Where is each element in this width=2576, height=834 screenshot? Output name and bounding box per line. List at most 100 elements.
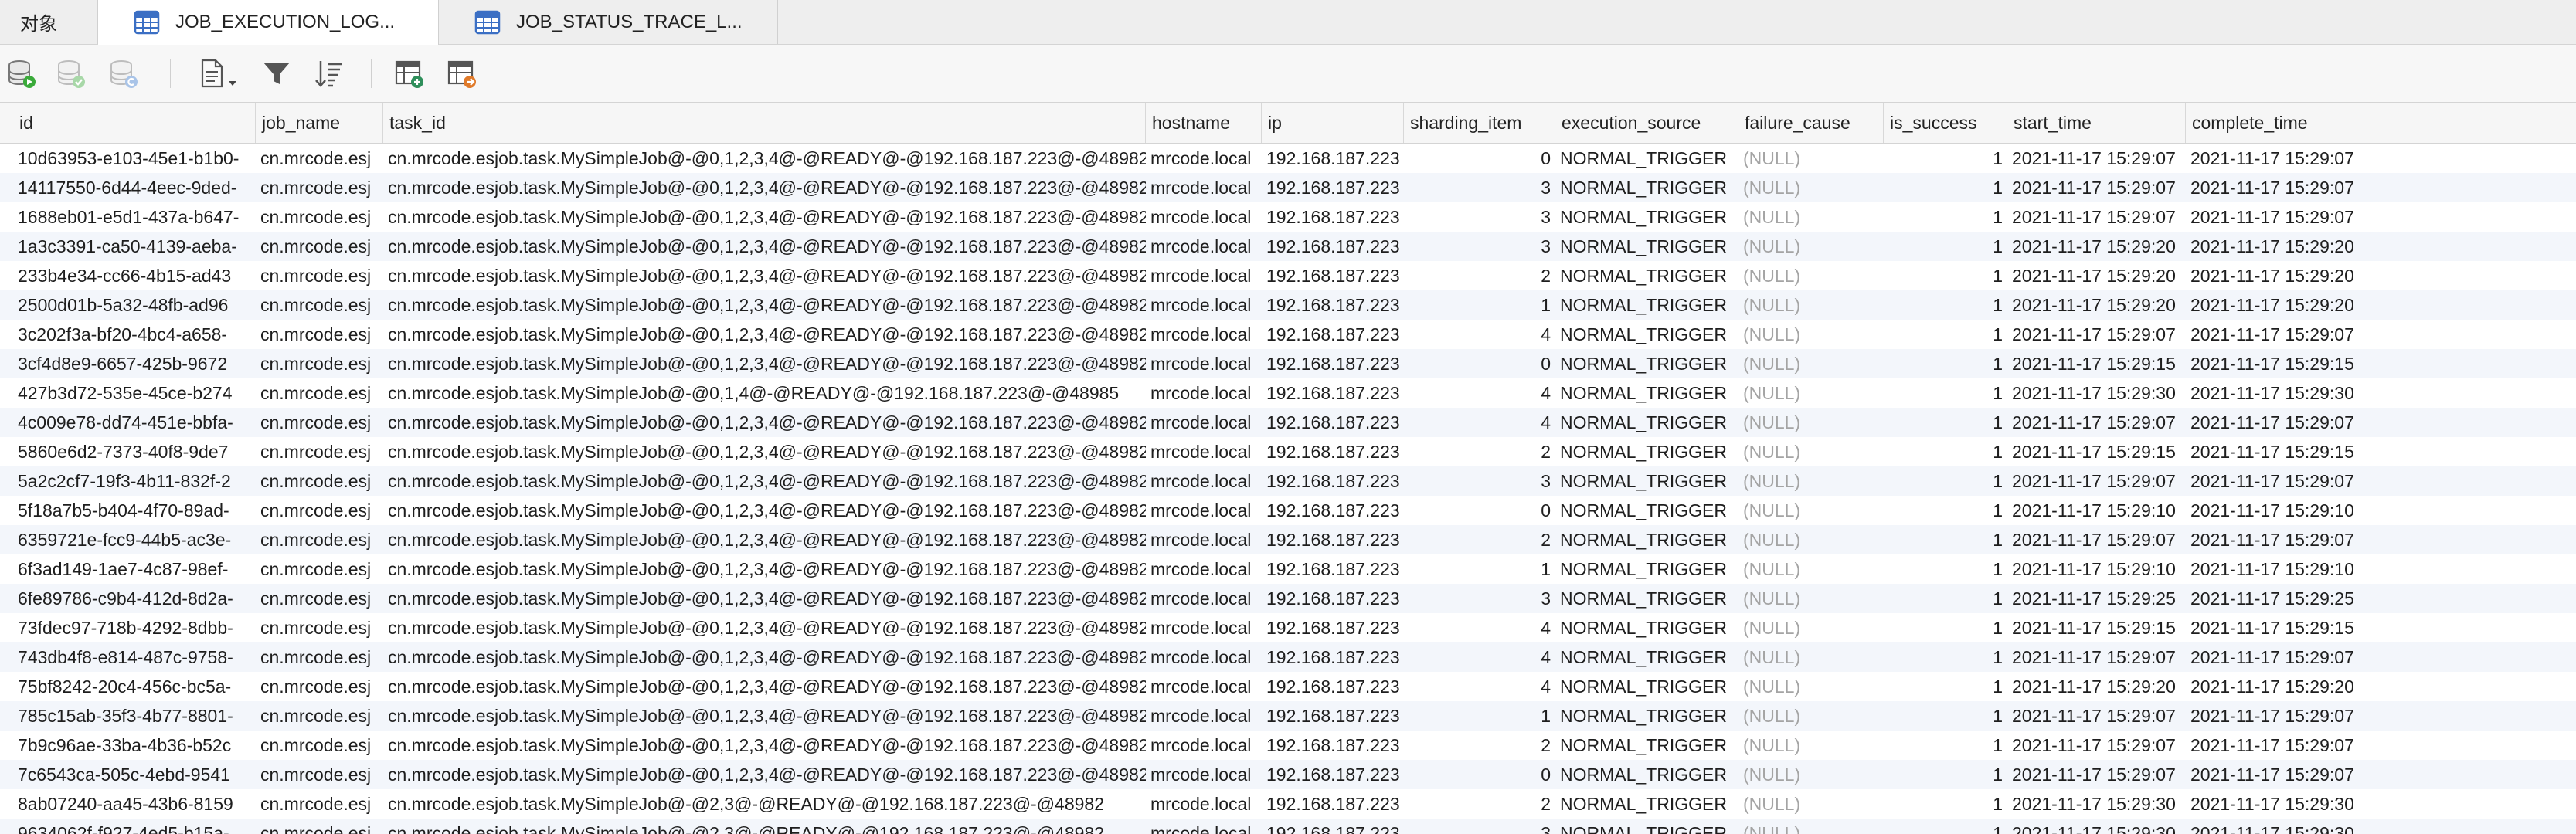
cell-sharding-item[interactable]: 0 <box>1404 349 1555 378</box>
cell-ip[interactable]: 192.168.187.223 <box>1262 261 1404 290</box>
cell-failure-cause[interactable]: (NULL) <box>1738 819 1884 834</box>
cell-hostname[interactable]: mrcode.local <box>1146 173 1262 202</box>
cell-execution-source[interactable]: NORMAL_TRIGGER <box>1555 290 1738 320</box>
cell-ip[interactable]: 192.168.187.223 <box>1262 672 1404 701</box>
cell-task-id[interactable]: cn.mrcode.esjob.task.MySimpleJob@-@0,1,2… <box>383 144 1146 173</box>
cell-sharding-item[interactable]: 0 <box>1404 496 1555 525</box>
cell-is-success[interactable]: 1 <box>1884 672 2007 701</box>
cell-hostname[interactable]: mrcode.local <box>1146 290 1262 320</box>
cell-id[interactable]: 1688eb01-e5d1-437a-b647- <box>13 202 256 232</box>
cell-hostname[interactable]: mrcode.local <box>1146 701 1262 731</box>
cell-id[interactable]: 6f3ad149-1ae7-4c87-98ef- <box>13 554 256 584</box>
cell-id[interactable]: 75bf8242-20c4-456c-bc5a- <box>13 672 256 701</box>
cell-execution-source[interactable]: NORMAL_TRIGGER <box>1555 437 1738 466</box>
cell-complete-time[interactable]: 2021-11-17 15:29:30 <box>2186 789 2364 819</box>
cell-is-success[interactable]: 1 <box>1884 701 2007 731</box>
cell-hostname[interactable]: mrcode.local <box>1146 672 1262 701</box>
cell-ip[interactable]: 192.168.187.223 <box>1262 232 1404 261</box>
cell-id[interactable]: 4c009e78-dd74-451e-bbfa- <box>13 408 256 437</box>
table-row[interactable]: 3cf4d8e9-6657-425b-9672 cn.mrcode.esj cn.m… <box>0 349 2576 378</box>
cell-sharding-item[interactable]: 0 <box>1404 144 1555 173</box>
cell-failure-cause[interactable]: (NULL) <box>1738 202 1884 232</box>
table-row[interactable]: 9634062f-f927-4ed5-b15a-cn.mrcode.esj cn.… <box>0 819 2576 834</box>
cell-ip[interactable]: 192.168.187.223 <box>1262 760 1404 789</box>
cell-start-time[interactable]: 2021-11-17 15:29:07 <box>2007 466 2186 496</box>
cell-job-name[interactable]: cn.mrcode.esj <box>256 437 383 466</box>
cell-sharding-item[interactable]: 3 <box>1404 466 1555 496</box>
cell-hostname[interactable]: mrcode.local <box>1146 466 1262 496</box>
cell-id[interactable]: 10d63953-e103-45e1-b1b0- <box>13 144 256 173</box>
cell-task-id[interactable]: cn.mrcode.esjob.task.MySimpleJob@-@0,1,2… <box>383 261 1146 290</box>
cell-job-name[interactable]: cn.mrcode.esj <box>256 349 383 378</box>
cell-failure-cause[interactable]: (NULL) <box>1738 731 1884 760</box>
table-row[interactable]: 14117550-6d44-4eec-9ded-cn.mrcode.esj cn.… <box>0 173 2576 202</box>
cell-hostname[interactable]: mrcode.local <box>1146 613 1262 642</box>
cell-ip[interactable]: 192.168.187.223 <box>1262 789 1404 819</box>
cell-id[interactable]: 6fe89786-c9b4-412d-8d2a- <box>13 584 256 613</box>
cell-failure-cause[interactable]: (NULL) <box>1738 789 1884 819</box>
sort-icon[interactable] <box>314 58 345 89</box>
cell-failure-cause[interactable]: (NULL) <box>1738 642 1884 672</box>
cell-hostname[interactable]: mrcode.local <box>1146 320 1262 349</box>
cell-sharding-item[interactable]: 3 <box>1404 819 1555 834</box>
cell-sharding-item[interactable]: 4 <box>1404 613 1555 642</box>
cell-task-id[interactable]: cn.mrcode.esjob.task.MySimpleJob@-@0,1,2… <box>383 613 1146 642</box>
cell-sharding-item[interactable]: 3 <box>1404 173 1555 202</box>
cell-complete-time[interactable]: 2021-11-17 15:29:20 <box>2186 290 2364 320</box>
cell-task-id[interactable]: cn.mrcode.esjob.task.MySimpleJob@-@0,1,2… <box>383 731 1146 760</box>
cell-execution-source[interactable]: NORMAL_TRIGGER <box>1555 261 1738 290</box>
cell-execution-source[interactable]: NORMAL_TRIGGER <box>1555 642 1738 672</box>
cell-hostname[interactable]: mrcode.local <box>1146 232 1262 261</box>
cell-hostname[interactable]: mrcode.local <box>1146 731 1262 760</box>
cell-job-name[interactable]: cn.mrcode.esj <box>256 173 383 202</box>
cell-sharding-item[interactable]: 1 <box>1404 701 1555 731</box>
cell-job-name[interactable]: cn.mrcode.esj <box>256 584 383 613</box>
table-row[interactable]: 10d63953-e103-45e1-b1b0- cn.mrcode.esj cn.… <box>0 144 2576 173</box>
cell-start-time[interactable]: 2021-11-17 15:29:15 <box>2007 613 2186 642</box>
cell-start-time[interactable]: 2021-11-17 15:29:10 <box>2007 496 2186 525</box>
column-header-hostname[interactable]: hostname <box>1146 103 1262 143</box>
cell-failure-cause[interactable]: (NULL) <box>1738 290 1884 320</box>
cell-id[interactable]: 1a3c3391-ca50-4139-aeba- <box>13 232 256 261</box>
cell-is-success[interactable]: 1 <box>1884 789 2007 819</box>
cell-is-success[interactable]: 1 <box>1884 349 2007 378</box>
cell-complete-time[interactable]: 2021-11-17 15:29:07 <box>2186 642 2364 672</box>
cell-id[interactable]: 6359721e-fcc9-44b5-ac3e- <box>13 525 256 554</box>
table-row[interactable]: 6fe89786-c9b4-412d-8d2a-cn.mrcode.esj cn.… <box>0 584 2576 613</box>
cell-is-success[interactable]: 1 <box>1884 642 2007 672</box>
cell-sharding-item[interactable]: 2 <box>1404 437 1555 466</box>
cell-ip[interactable]: 192.168.187.223 <box>1262 701 1404 731</box>
cell-is-success[interactable]: 1 <box>1884 173 2007 202</box>
cell-task-id[interactable]: cn.mrcode.esjob.task.MySimpleJob@-@0,1,2… <box>383 349 1146 378</box>
cell-task-id[interactable]: cn.mrcode.esjob.task.MySimpleJob@-@0,1,2… <box>383 437 1146 466</box>
cell-job-name[interactable]: cn.mrcode.esj <box>256 525 383 554</box>
cell-start-time[interactable]: 2021-11-17 15:29:07 <box>2007 320 2186 349</box>
table-row[interactable]: 5a2c2cf7-19f3-4b11-832f-2 cn.mrcode.esj cn… <box>0 466 2576 496</box>
cell-sharding-item[interactable]: 3 <box>1404 232 1555 261</box>
cell-sharding-item[interactable]: 3 <box>1404 202 1555 232</box>
cell-execution-source[interactable]: NORMAL_TRIGGER <box>1555 232 1738 261</box>
cell-hostname[interactable]: mrcode.local <box>1146 437 1262 466</box>
cell-start-time[interactable]: 2021-11-17 15:29:15 <box>2007 437 2186 466</box>
cell-hostname[interactable]: mrcode.local <box>1146 554 1262 584</box>
column-header-id[interactable]: id <box>13 103 256 143</box>
cell-complete-time[interactable]: 2021-11-17 15:29:07 <box>2186 320 2364 349</box>
cell-job-name[interactable]: cn.mrcode.esj <box>256 408 383 437</box>
cell-sharding-item[interactable]: 2 <box>1404 731 1555 760</box>
cell-start-time[interactable]: 2021-11-17 15:29:07 <box>2007 202 2186 232</box>
cell-id[interactable]: 3cf4d8e9-6657-425b-9672 <box>13 349 256 378</box>
cell-hostname[interactable]: mrcode.local <box>1146 378 1262 408</box>
cell-id[interactable]: 743db4f8-e814-487c-9758- <box>13 642 256 672</box>
cell-job-name[interactable]: cn.mrcode.esj <box>256 642 383 672</box>
cell-ip[interactable]: 192.168.187.223 <box>1262 437 1404 466</box>
cell-is-success[interactable]: 1 <box>1884 202 2007 232</box>
cell-task-id[interactable]: cn.mrcode.esjob.task.MySimpleJob@-@0,1,2… <box>383 496 1146 525</box>
table-row[interactable]: 427b3d72-535e-45ce-b274 cn.mrcode.esj cn.m… <box>0 378 2576 408</box>
cell-ip[interactable]: 192.168.187.223 <box>1262 819 1404 834</box>
cell-execution-source[interactable]: NORMAL_TRIGGER <box>1555 731 1738 760</box>
cell-execution-source[interactable]: NORMAL_TRIGGER <box>1555 525 1738 554</box>
cell-failure-cause[interactable]: (NULL) <box>1738 496 1884 525</box>
cell-job-name[interactable]: cn.mrcode.esj <box>256 496 383 525</box>
cell-complete-time[interactable]: 2021-11-17 15:29:07 <box>2186 760 2364 789</box>
cell-start-time[interactable]: 2021-11-17 15:29:07 <box>2007 701 2186 731</box>
